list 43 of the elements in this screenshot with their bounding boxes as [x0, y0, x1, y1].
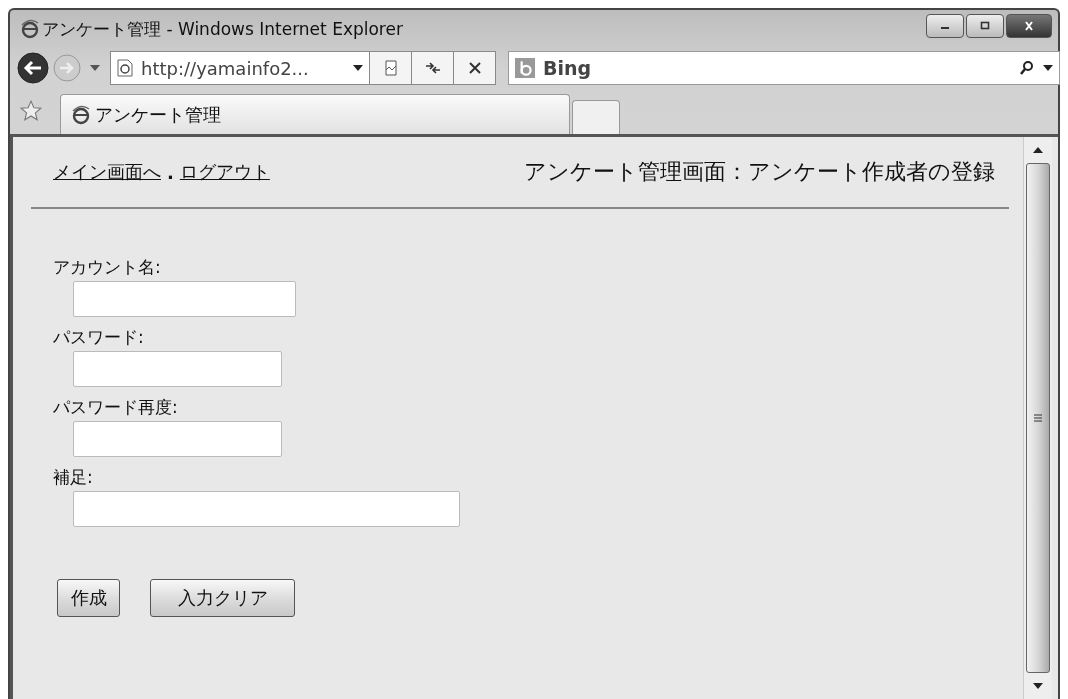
refresh-arrows-icon [424, 60, 441, 76]
back-button[interactable] [16, 51, 50, 85]
scroll-up-arrow-icon[interactable] [1033, 147, 1043, 153]
dropdown-arrow-icon[interactable] [353, 65, 363, 71]
address-bar[interactable]: http://yamainfo2... [110, 51, 370, 85]
browser-logo-icon [20, 19, 40, 39]
browser-logo-icon [71, 104, 91, 125]
scroll-thumb[interactable] [1026, 163, 1050, 673]
nav-link[interactable]: ログアウト [179, 160, 270, 184]
close-button[interactable] [1006, 14, 1052, 38]
scrollbar[interactable] [1023, 137, 1052, 699]
search-box[interactable]: Bing [508, 51, 1060, 85]
broken-page-icon [382, 60, 399, 76]
grip-icon [1033, 414, 1043, 422]
refresh-button[interactable] [412, 51, 454, 85]
create-button[interactable]: 作成 [57, 579, 120, 617]
favorites-star-icon[interactable] [20, 100, 42, 122]
input-field[interactable] [73, 491, 460, 527]
maximize-icon [978, 21, 992, 31]
field-label: パスワード再度: [53, 397, 178, 418]
scroll-down-arrow-icon[interactable] [1033, 683, 1043, 689]
stop-button[interactable] [454, 51, 496, 85]
page-icon [117, 59, 133, 77]
link-separator: . [167, 161, 174, 183]
input-field[interactable] [73, 281, 296, 317]
nav-link[interactable]: メイン画面へ [53, 160, 161, 184]
page-heading: アンケート管理画面：アンケート作成者の登録 [524, 158, 995, 186]
close-icon [1022, 21, 1036, 31]
field-label: アカウント名: [53, 257, 161, 278]
field-label: パスワード: [53, 327, 144, 348]
field-label: 補足: [53, 467, 93, 488]
input-field[interactable] [73, 351, 282, 387]
close-icon [466, 60, 483, 76]
maximize-button[interactable] [966, 14, 1004, 38]
browser-tab[interactable]: アンケート管理 [60, 94, 570, 134]
window-title: アンケート管理 - Windows Internet Explorer [42, 17, 404, 41]
compatibility-button[interactable] [370, 51, 412, 85]
input-field[interactable] [73, 421, 282, 457]
minimize-button[interactable] [926, 14, 964, 38]
clear-button[interactable]: 入力クリア [150, 579, 295, 617]
dropdown-arrow-icon[interactable] [1043, 65, 1053, 71]
search-icon[interactable] [1019, 60, 1035, 76]
search-provider-icon [515, 58, 535, 78]
